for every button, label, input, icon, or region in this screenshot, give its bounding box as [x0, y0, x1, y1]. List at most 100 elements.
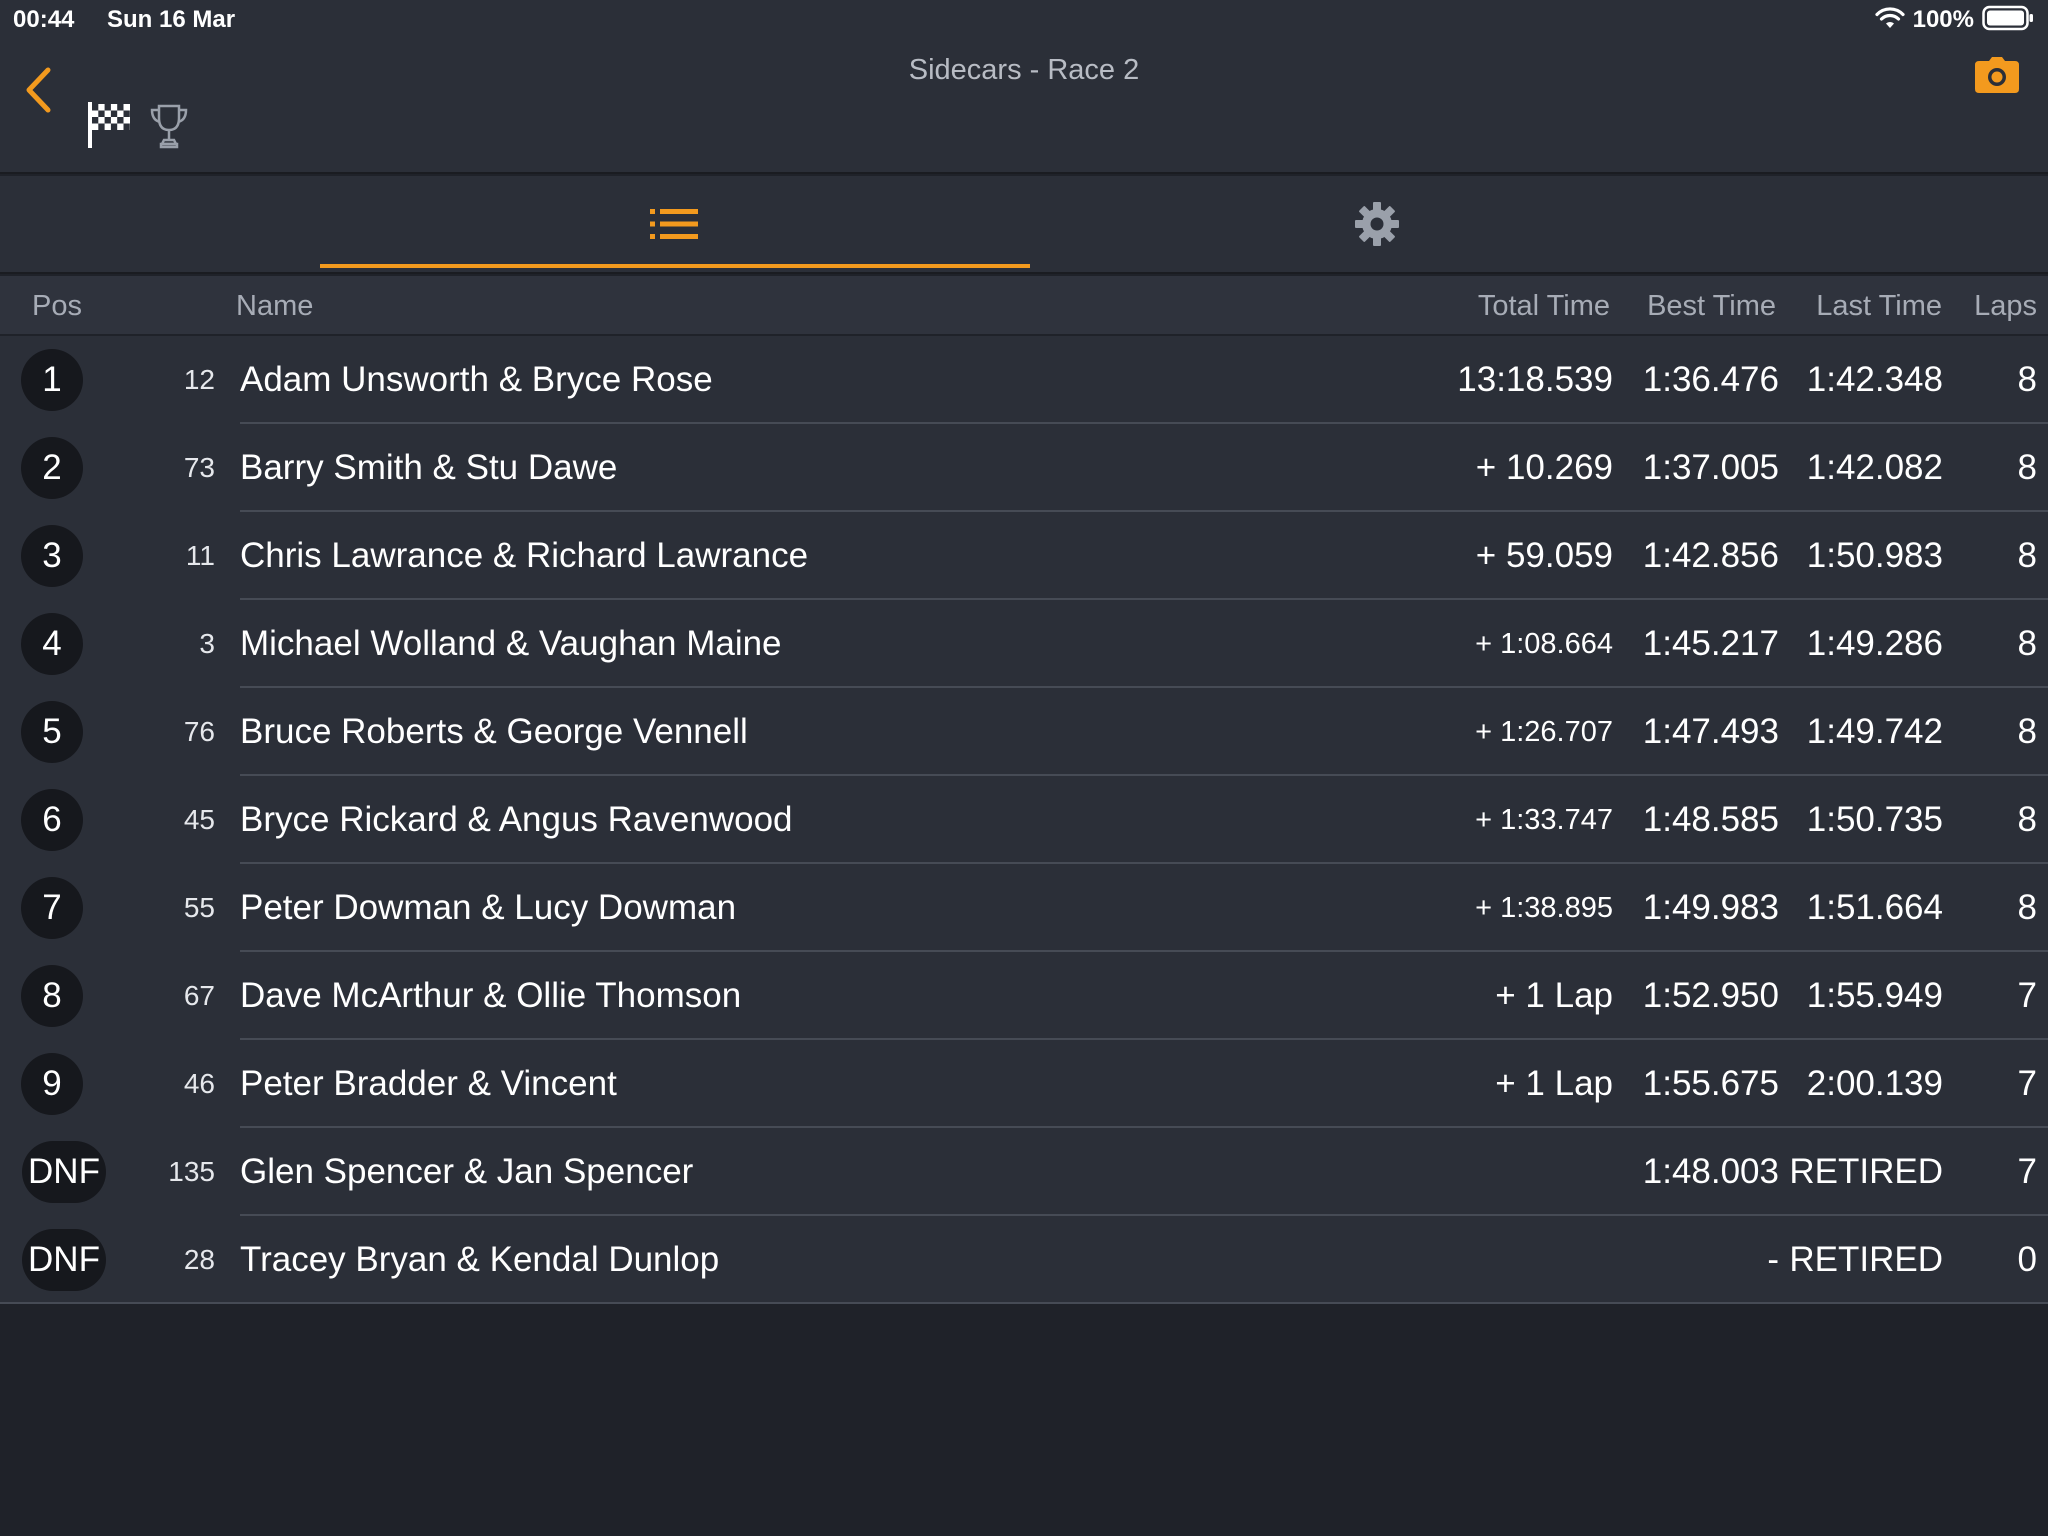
rider-names: Michael Wolland & Vaughan Maine — [240, 624, 782, 663]
total-time: + 1 Lap — [1495, 1064, 1613, 1103]
best-time: 1:48.003 — [1642, 1152, 1779, 1191]
laps: 8 — [2017, 712, 2037, 751]
total-time: + 59.059 — [1475, 536, 1613, 575]
last-time: 1:50.735 — [1806, 800, 1943, 839]
laps: 8 — [2017, 624, 2037, 663]
race-number: 76 — [183, 716, 215, 747]
header-laps: Laps — [1974, 290, 2037, 322]
rider-names: Adam Unsworth & Bryce Rose — [240, 360, 713, 399]
race-number: 135 — [168, 1156, 215, 1187]
nav-bar: Sidecars - Race 2 — [0, 40, 2048, 174]
best-time: 1:55.675 — [1642, 1064, 1779, 1103]
best-time: 1:47.493 — [1642, 712, 1779, 751]
status-right: 100% — [1875, 4, 2034, 36]
rider-names: Peter Dowman & Lucy Dowman — [240, 888, 737, 927]
table-row[interactable]: 3 11 Chris Lawrance & Richard Lawrance +… — [0, 512, 2048, 600]
race-number: 45 — [183, 804, 215, 835]
table-row[interactable]: 7 55 Peter Dowman & Lucy Dowman + 1:38.8… — [0, 864, 2048, 952]
results-table: 1 12 Adam Unsworth & Bryce Rose 13:18.53… — [0, 336, 2048, 1304]
trophy-icon[interactable] — [148, 102, 190, 150]
position-badge: 7 — [21, 877, 83, 939]
race-number: 46 — [183, 1068, 215, 1099]
tab-settings[interactable] — [1024, 176, 1729, 272]
status-time: 00:44 — [13, 6, 75, 33]
laps: 8 — [2017, 536, 2037, 575]
race-number: 73 — [183, 452, 215, 483]
last-time: 1:49.742 — [1806, 712, 1943, 751]
total-time: + 1:08.664 — [1475, 628, 1613, 660]
header-last-time: Last Time — [1816, 290, 1942, 322]
race-number: 67 — [183, 980, 215, 1011]
header-total-time: Total Time — [1477, 290, 1610, 322]
header-pos: Pos — [32, 290, 82, 322]
rider-names: Chris Lawrance & Richard Lawrance — [240, 536, 809, 575]
last-time: 1:42.348 — [1806, 360, 1943, 399]
last-time: 2:00.139 — [1806, 1064, 1943, 1103]
rider-names: Glen Spencer & Jan Spencer — [240, 1152, 694, 1191]
best-time: 1:37.005 — [1642, 448, 1779, 487]
table-row[interactable]: DNF 28 Tracey Bryan & Kendal Dunlop - RE… — [0, 1216, 2048, 1304]
best-time: 1:42.856 — [1642, 536, 1779, 575]
table-row[interactable]: 8 67 Dave McArthur & Ollie Thomson + 1 L… — [0, 952, 2048, 1040]
header-best-time: Best Time — [1647, 290, 1776, 322]
camera-button[interactable] — [1972, 50, 2022, 100]
table-row[interactable]: DNF 135 Glen Spencer & Jan Spencer 1:48.… — [0, 1128, 2048, 1216]
header-name: Name — [236, 290, 314, 322]
laps: 8 — [2017, 800, 2037, 839]
tab-results-list[interactable] — [320, 176, 1030, 272]
position-badge: 2 — [21, 437, 83, 499]
status-date: Sun 16 Mar — [107, 6, 236, 33]
position-badge: 5 — [21, 701, 83, 763]
race-number: 28 — [183, 1244, 215, 1275]
rider-names: Dave McArthur & Ollie Thomson — [240, 976, 742, 1015]
best-time: 1:52.950 — [1642, 976, 1779, 1015]
position-badge: 3 — [21, 525, 83, 587]
checkered-flag-icon[interactable] — [86, 100, 132, 150]
table-row[interactable]: 5 76 Bruce Roberts & George Vennell + 1:… — [0, 688, 2048, 776]
total-time: + 10.269 — [1475, 448, 1613, 487]
rider-names: Bruce Roberts & George Vennell — [240, 712, 748, 751]
last-time: 1:49.286 — [1806, 624, 1943, 663]
laps: 8 — [2017, 360, 2037, 399]
active-tab-indicator — [320, 264, 1030, 268]
list-icon — [650, 209, 698, 239]
laps: 8 — [2017, 448, 2037, 487]
rider-names: Barry Smith & Stu Dawe — [240, 448, 618, 487]
position-badge: 6 — [21, 789, 83, 851]
laps: 7 — [2017, 976, 2037, 1015]
table-row[interactable]: 6 45 Bryce Rickard & Angus Ravenwood + 1… — [0, 776, 2048, 864]
position-badge: DNF — [22, 1229, 106, 1291]
table-row[interactable]: 9 46 Peter Bradder & Vincent + 1 Lap 1:5… — [0, 1040, 2048, 1128]
race-number: 11 — [185, 540, 215, 571]
last-time: RETIRED — [1789, 1240, 1943, 1279]
position-badge: 9 — [21, 1053, 83, 1115]
page-title: Sidecars - Race 2 — [908, 54, 1140, 86]
position-badge: 8 — [21, 965, 83, 1027]
rider-names: Peter Bradder & Vincent — [240, 1064, 617, 1103]
last-time: 1:51.664 — [1806, 888, 1943, 927]
race-number: 55 — [183, 892, 215, 923]
total-time: + 1 Lap — [1495, 976, 1613, 1015]
battery-icon — [1982, 5, 2034, 36]
best-time: 1:49.983 — [1642, 888, 1779, 927]
wifi-icon — [1875, 6, 1905, 35]
camera-icon — [1975, 57, 2019, 93]
position-badge: DNF — [22, 1141, 106, 1203]
best-time: - — [1767, 1240, 1779, 1279]
table-row[interactable]: 4 3 Michael Wolland & Vaughan Maine + 1:… — [0, 600, 2048, 688]
last-time: 1:55.949 — [1806, 976, 1943, 1015]
table-header: Pos Name Total Time Best Time Last Time … — [0, 276, 2048, 334]
last-time: 1:42.082 — [1806, 448, 1943, 487]
gear-icon — [1354, 202, 1399, 246]
rider-names: Bryce Rickard & Angus Ravenwood — [240, 800, 793, 839]
last-time: 1:50.983 — [1806, 536, 1943, 575]
race-number: 12 — [183, 364, 215, 395]
total-time: + 1:33.747 — [1475, 804, 1613, 836]
table-row[interactable]: 2 73 Barry Smith & Stu Dawe + 10.269 1:3… — [0, 424, 2048, 512]
last-time: RETIRED — [1789, 1152, 1943, 1191]
rider-names: Tracey Bryan & Kendal Dunlop — [240, 1240, 720, 1279]
table-row[interactable]: 1 12 Adam Unsworth & Bryce Rose 13:18.53… — [0, 336, 2048, 424]
position-badge: 1 — [21, 349, 83, 411]
laps: 8 — [2017, 888, 2037, 927]
status-bar: 00:44 Sun 16 Mar 100% — [0, 0, 2048, 40]
